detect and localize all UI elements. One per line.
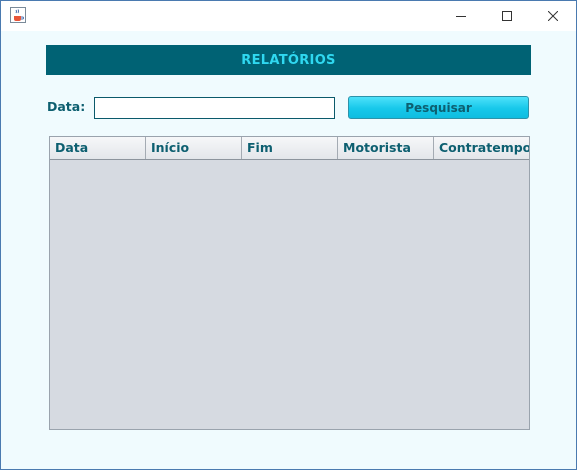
column-header-motorista[interactable]: Motorista: [338, 137, 434, 159]
search-button[interactable]: Pesquisar: [348, 96, 529, 119]
minimize-button[interactable]: [438, 1, 484, 31]
close-button[interactable]: [530, 1, 576, 31]
maximize-button[interactable]: [484, 1, 530, 31]
column-header-data[interactable]: Data: [50, 137, 146, 159]
header-banner: RELATÓRIOS: [46, 45, 531, 75]
reports-table: Data Início Fim Motorista Contratempo: [49, 136, 530, 430]
table-body[interactable]: [50, 160, 529, 429]
column-header-fim[interactable]: Fim: [242, 137, 338, 159]
java-cup-icon[interactable]: [10, 7, 26, 23]
date-label: Data:: [47, 99, 86, 114]
column-header-inicio[interactable]: Início: [146, 137, 242, 159]
title-bar[interactable]: [1, 1, 576, 31]
close-icon: [548, 11, 558, 21]
maximize-icon: [502, 11, 512, 21]
minimize-icon: [456, 16, 466, 17]
page-title: RELATÓRIOS: [241, 52, 336, 68]
table-header: Data Início Fim Motorista Contratempo: [50, 137, 529, 160]
date-input[interactable]: [94, 97, 335, 119]
column-header-contratempo[interactable]: Contratempo: [434, 137, 529, 159]
app-window: RELATÓRIOS Data: Pesquisar Data Início F…: [0, 0, 577, 470]
